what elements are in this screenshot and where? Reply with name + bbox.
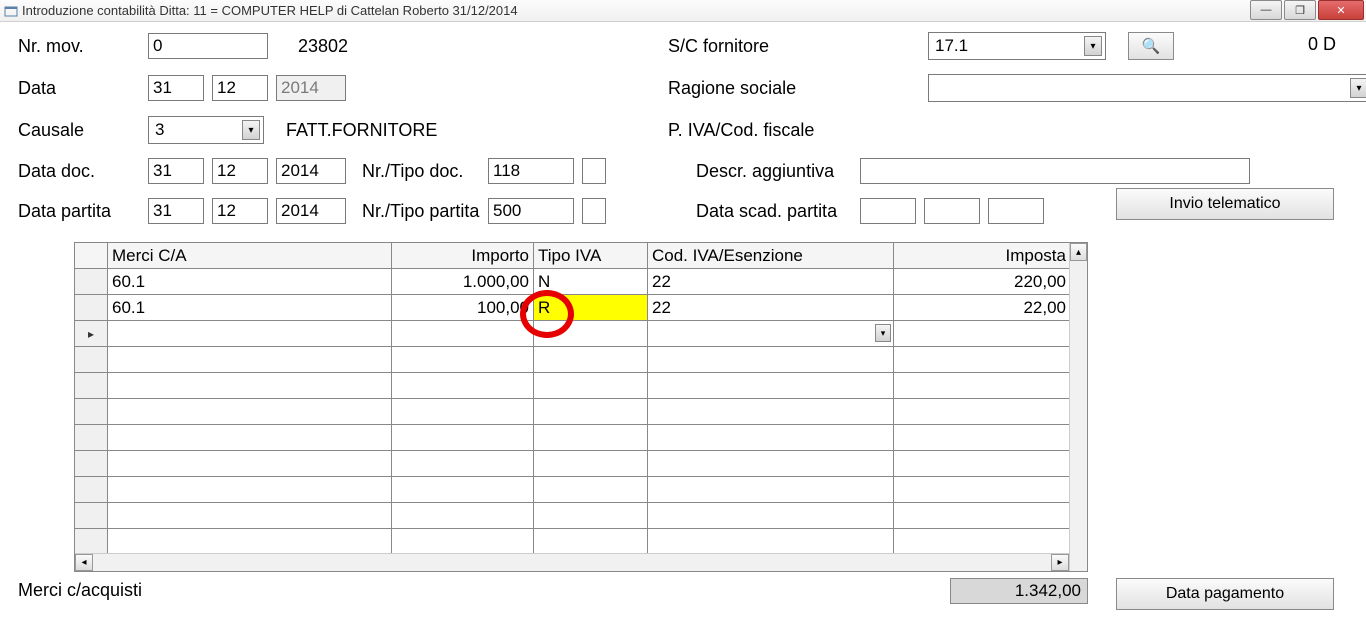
scad-day-input[interactable]	[860, 198, 916, 224]
label-data-scad: Data scad. partita	[696, 201, 852, 222]
data-month-input[interactable]	[212, 75, 268, 101]
tipo-partita-input[interactable]	[582, 198, 606, 224]
table-row[interactable]	[75, 399, 1087, 425]
table-row[interactable]: ▾	[75, 321, 1087, 347]
col-header-tipo-iva[interactable]: Tipo IVA	[534, 243, 648, 269]
tipo-doc-input[interactable]	[582, 158, 606, 184]
chevron-down-icon: ▾	[242, 120, 260, 140]
cell-importo[interactable]: 1.000,00	[392, 269, 534, 295]
table-row[interactable]	[75, 347, 1087, 373]
data-day-input[interactable]	[148, 75, 204, 101]
nr-doc-input[interactable]	[488, 158, 574, 184]
scad-year-input[interactable]	[988, 198, 1044, 224]
label-descr-aggiuntiva: Descr. aggiuntiva	[696, 161, 852, 182]
label-causale: Causale	[18, 120, 148, 141]
entries-grid[interactable]: Merci C/A Importo Tipo IVA Cod. IVA/Esen…	[74, 242, 1088, 572]
table-row[interactable]	[75, 451, 1087, 477]
chevron-down-icon: ▾	[1350, 78, 1366, 98]
current-row-indicator	[75, 321, 108, 347]
col-header-imposta[interactable]: Imposta	[894, 243, 1071, 269]
sc-fornitore-select[interactable]: 17.1 ▾	[928, 32, 1106, 60]
footer-description: Merci c/acquisti	[18, 580, 142, 601]
cell-imposta[interactable]: 22,00	[894, 295, 1071, 321]
titlebar: Introduzione contabilità Ditta: 11 = COM…	[0, 0, 1366, 22]
nr-mov-seq: 23802	[298, 36, 348, 57]
label-sc-fornitore: S/C fornitore	[668, 36, 928, 57]
ragione-sociale-select[interactable]: ▾	[928, 74, 1366, 102]
doc-year-input[interactable]	[276, 158, 346, 184]
cell-merci[interactable]: 60.1	[108, 269, 392, 295]
scroll-up-icon[interactable]: ▴	[1070, 243, 1087, 261]
col-header-merci[interactable]: Merci C/A	[108, 243, 392, 269]
chevron-down-icon[interactable]: ▾	[875, 324, 891, 342]
col-header-cod-iva[interactable]: Cod. IVA/Esenzione	[648, 243, 894, 269]
binoculars-icon: 🔍	[1142, 37, 1161, 55]
table-row[interactable]	[75, 373, 1087, 399]
grid-header: Merci C/A Importo Tipo IVA Cod. IVA/Esen…	[75, 243, 1087, 269]
data-pagamento-button[interactable]: Data pagamento	[1116, 578, 1334, 610]
label-ragione-sociale: Ragione sociale	[668, 78, 928, 99]
label-data: Data	[18, 78, 148, 99]
vertical-scrollbar[interactable]: ▴	[1069, 243, 1087, 571]
table-row[interactable]	[75, 425, 1087, 451]
partita-year-input[interactable]	[276, 198, 346, 224]
chevron-down-icon: ▾	[1084, 36, 1102, 56]
nr-mov-input[interactable]	[148, 33, 268, 59]
cell-tipo[interactable]: N	[534, 269, 648, 295]
doc-month-input[interactable]	[212, 158, 268, 184]
partita-month-input[interactable]	[212, 198, 268, 224]
invio-telematico-button[interactable]: Invio telematico	[1116, 188, 1334, 220]
scroll-right-icon[interactable]: ▸	[1051, 554, 1069, 571]
grid-total: 1.342,00	[950, 578, 1088, 604]
app-icon	[4, 4, 18, 18]
cell-imposta[interactable]: 220,00	[894, 269, 1071, 295]
maximize-button[interactable]: ❐	[1284, 0, 1316, 20]
nr-partita-input[interactable]	[488, 198, 574, 224]
cell-cod[interactable]: 22	[648, 269, 894, 295]
search-fornitore-button[interactable]: 🔍	[1128, 32, 1174, 60]
col-header-importo[interactable]: Importo	[392, 243, 534, 269]
label-nr-tipo-partita: Nr./Tipo partita	[362, 201, 480, 222]
table-row[interactable]	[75, 503, 1087, 529]
causale-select[interactable]: 3 ▾	[148, 116, 264, 144]
data-year-input	[276, 75, 346, 101]
table-row[interactable]: 60.1 100,00 R 22 22,00	[75, 295, 1087, 321]
scroll-left-icon[interactable]: ◂	[75, 554, 93, 571]
table-row[interactable]	[75, 529, 1087, 555]
label-data-doc: Data doc.	[18, 161, 148, 182]
cell-cod[interactable]: 22	[648, 295, 894, 321]
window-title: Introduzione contabilità Ditta: 11 = COM…	[22, 3, 518, 18]
label-nr-tipo-doc: Nr./Tipo doc.	[362, 161, 480, 182]
table-row[interactable]: 60.1 1.000,00 N 22 220,00	[75, 269, 1087, 295]
label-piva: P. IVA/Cod. fiscale	[668, 120, 928, 141]
doc-day-input[interactable]	[148, 158, 204, 184]
table-row[interactable]	[75, 477, 1087, 503]
partita-day-input[interactable]	[148, 198, 204, 224]
causale-description: FATT.FORNITORE	[286, 120, 437, 141]
minimize-button[interactable]: —	[1250, 0, 1282, 20]
cell-tipo-active[interactable]: R	[534, 295, 648, 321]
label-data-partita: Data partita	[18, 201, 148, 222]
label-nr-mov: Nr. mov.	[18, 36, 148, 57]
descr-aggiuntiva-input[interactable]	[860, 158, 1250, 184]
cell-merci[interactable]: 60.1	[108, 295, 392, 321]
horizontal-scrollbar[interactable]: ◂ ▸	[75, 553, 1069, 571]
cell-importo[interactable]: 100,00	[392, 295, 534, 321]
close-button[interactable]: ✕	[1318, 0, 1364, 20]
scad-month-input[interactable]	[924, 198, 980, 224]
status-indicator: 0 D	[1308, 34, 1336, 55]
